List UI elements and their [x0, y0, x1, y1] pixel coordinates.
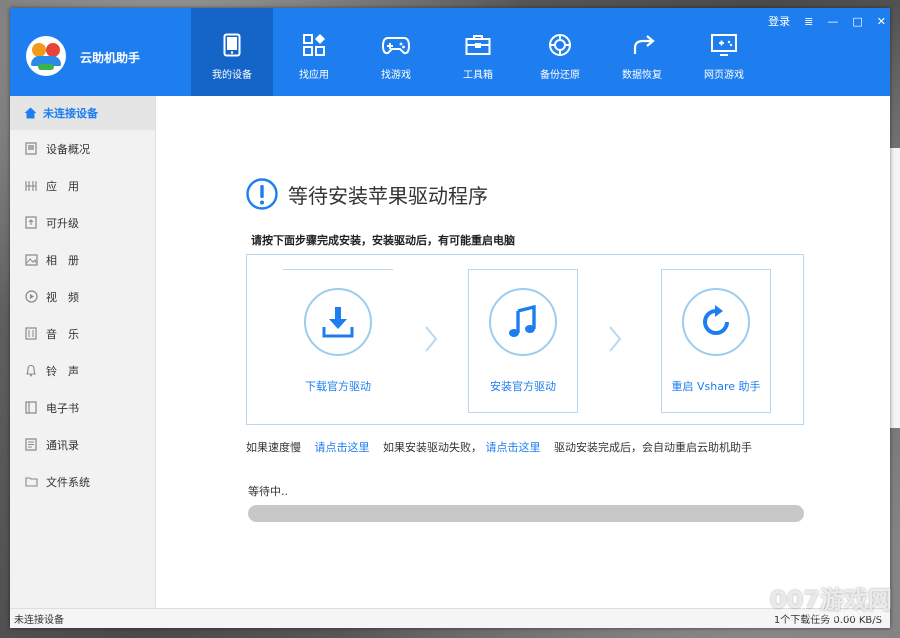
menu-icon[interactable]: ≣ — [804, 15, 813, 28]
sidebar-item-label: 电子书 — [46, 401, 79, 415]
apps-grid-icon — [24, 179, 38, 193]
sidebar-item-ebooks[interactable]: 电子书 — [10, 389, 155, 426]
fail-help-link[interactable]: 请点击这里 — [486, 441, 541, 454]
backup-icon — [548, 32, 572, 58]
page-title: 等待安装苹果驱动程序 — [288, 183, 488, 208]
main-nav: 我的设备 找应用 找游戏 工具箱 备份还原 数据恢复 网页游戏 — [191, 8, 765, 96]
sidebar-item-videos[interactable]: 视 频 — [10, 278, 155, 315]
home-icon — [24, 107, 37, 119]
sidebar-item-apps[interactable]: 应 用 — [10, 167, 155, 204]
help-slow-text: 如果速度慢 — [246, 441, 301, 454]
sidebar: 未连接设备 设备概况 应 用 可升级 相 册 视 频 音 乐 铃 声 电子书 通… — [10, 96, 156, 608]
alert-icon — [246, 178, 278, 210]
video-icon — [24, 290, 38, 304]
maximize-icon[interactable]: □ — [852, 15, 862, 28]
nav-toolbox[interactable]: 工具箱 — [437, 8, 519, 96]
app-window: 云助机助手 我的设备 找应用 找游戏 工具箱 备份还原 数据恢复 网页游戏 登录… — [10, 8, 890, 628]
help-after-text: 驱动安装完成后，会自动重启云助机助手 — [554, 441, 752, 454]
sidebar-item-photos[interactable]: 相 册 — [10, 241, 155, 278]
login-link[interactable]: 登录 — [768, 13, 790, 29]
main-content: 等待安装苹果驱动程序 请按下面步骤完成安装，安装驱动后，有可能重启电脑 下载官方… — [156, 96, 890, 608]
watermark-url: www.yx007.com — [805, 610, 888, 621]
close-icon[interactable]: ✕ — [877, 15, 886, 28]
sidebar-item-label: 相 册 — [46, 253, 79, 267]
sidebar-item-label: 文件系统 — [46, 475, 90, 489]
title-row: 等待安装苹果驱动程序 — [246, 178, 488, 210]
nav-my-device[interactable]: 我的设备 — [191, 8, 273, 96]
minimize-icon[interactable]: — — [827, 15, 838, 28]
music-note-icon — [489, 288, 557, 356]
sidebar-item-label: 铃 声 — [46, 364, 79, 378]
window-controls: 登录 ≣ — □ ✕ — [754, 13, 886, 29]
app-logo — [26, 36, 66, 76]
sidebar-item-label: 通讯录 — [46, 438, 79, 452]
sidebar-item-ringtones[interactable]: 铃 声 — [10, 352, 155, 389]
slow-help-link[interactable]: 请点击这里 — [315, 441, 370, 454]
sidebar-item-music[interactable]: 音 乐 — [10, 315, 155, 352]
header-bar: 云助机助手 我的设备 找应用 找游戏 工具箱 备份还原 数据恢复 网页游戏 登录… — [10, 8, 890, 96]
sidebar-item-label: 视 频 — [46, 290, 79, 304]
gamepad-icon — [382, 32, 410, 58]
nav-data-recovery[interactable]: 数据恢复 — [601, 8, 683, 96]
music-icon — [24, 327, 38, 341]
step-restart-assistant[interactable]: 重启 Vshare 助手 — [661, 269, 771, 413]
overview-icon — [24, 142, 38, 156]
upgrade-icon — [24, 216, 38, 230]
sidebar-item-label: 可升级 — [46, 216, 79, 230]
sidebar-item-label: 音 乐 — [46, 327, 79, 341]
nav-find-games[interactable]: 找游戏 — [355, 8, 437, 96]
step-label: 安装官方驱动 — [490, 380, 556, 393]
sidebar-item-upgradable[interactable]: 可升级 — [10, 204, 155, 241]
step-install-driver[interactable]: 安装官方驱动 — [468, 269, 578, 413]
nav-web-games[interactable]: 网页游戏 — [683, 8, 765, 96]
help-fail-text: 如果安装驱动失败， — [383, 441, 482, 454]
sidebar-item-label: 应 用 — [46, 179, 79, 193]
steps-panel: 下载官方驱动 安装官方驱动 重启 Vshare 助手 — [246, 254, 804, 425]
app-name: 云助机助手 — [80, 51, 141, 65]
sidebar-item-label: 设备概况 — [46, 142, 90, 156]
refresh-icon — [682, 288, 750, 356]
photo-icon — [24, 253, 38, 267]
ebook-icon — [24, 401, 38, 415]
help-row: 如果速度慢 请点击这里 如果安装驱动失败， 请点击这里 驱动安装完成后，会自动重… — [246, 439, 752, 455]
nav-backup-restore[interactable]: 备份还原 — [519, 8, 601, 96]
folder-icon — [24, 475, 38, 489]
wait-status: 等待中.. — [248, 485, 288, 498]
nav-find-apps[interactable]: 找应用 — [273, 8, 355, 96]
restore-icon — [629, 32, 655, 58]
contacts-icon — [24, 438, 38, 452]
device-icon — [223, 32, 241, 58]
sidebar-item-contacts[interactable]: 通讯录 — [10, 426, 155, 463]
sidebar-header[interactable]: 未连接设备 — [10, 96, 155, 130]
download-icon — [304, 288, 372, 356]
step-download-driver[interactable]: 下载官方驱动 — [283, 269, 393, 413]
step-label: 重启 Vshare 助手 — [671, 380, 761, 393]
sidebar-item-file-system[interactable]: 文件系统 — [10, 463, 155, 500]
bell-icon — [24, 364, 38, 378]
status-bar: 未连接设备 1个下载任务 0.00 KB/S — [10, 608, 890, 628]
sidebar-item-overview[interactable]: 设备概况 — [10, 130, 155, 167]
connection-status: 未连接设备 — [14, 615, 64, 626]
toolbox-icon — [465, 32, 491, 58]
step-label: 下载官方驱动 — [305, 380, 371, 393]
web-game-icon — [710, 32, 738, 58]
install-progress-bar — [248, 505, 804, 522]
apps-icon — [302, 32, 326, 58]
chevron-right-icon — [609, 326, 622, 352]
sidebar-header-label: 未连接设备 — [43, 107, 98, 120]
instruction-text: 请按下面步骤完成安装，安装驱动后，有可能重启电脑 — [251, 234, 515, 247]
chevron-right-icon — [425, 326, 438, 352]
